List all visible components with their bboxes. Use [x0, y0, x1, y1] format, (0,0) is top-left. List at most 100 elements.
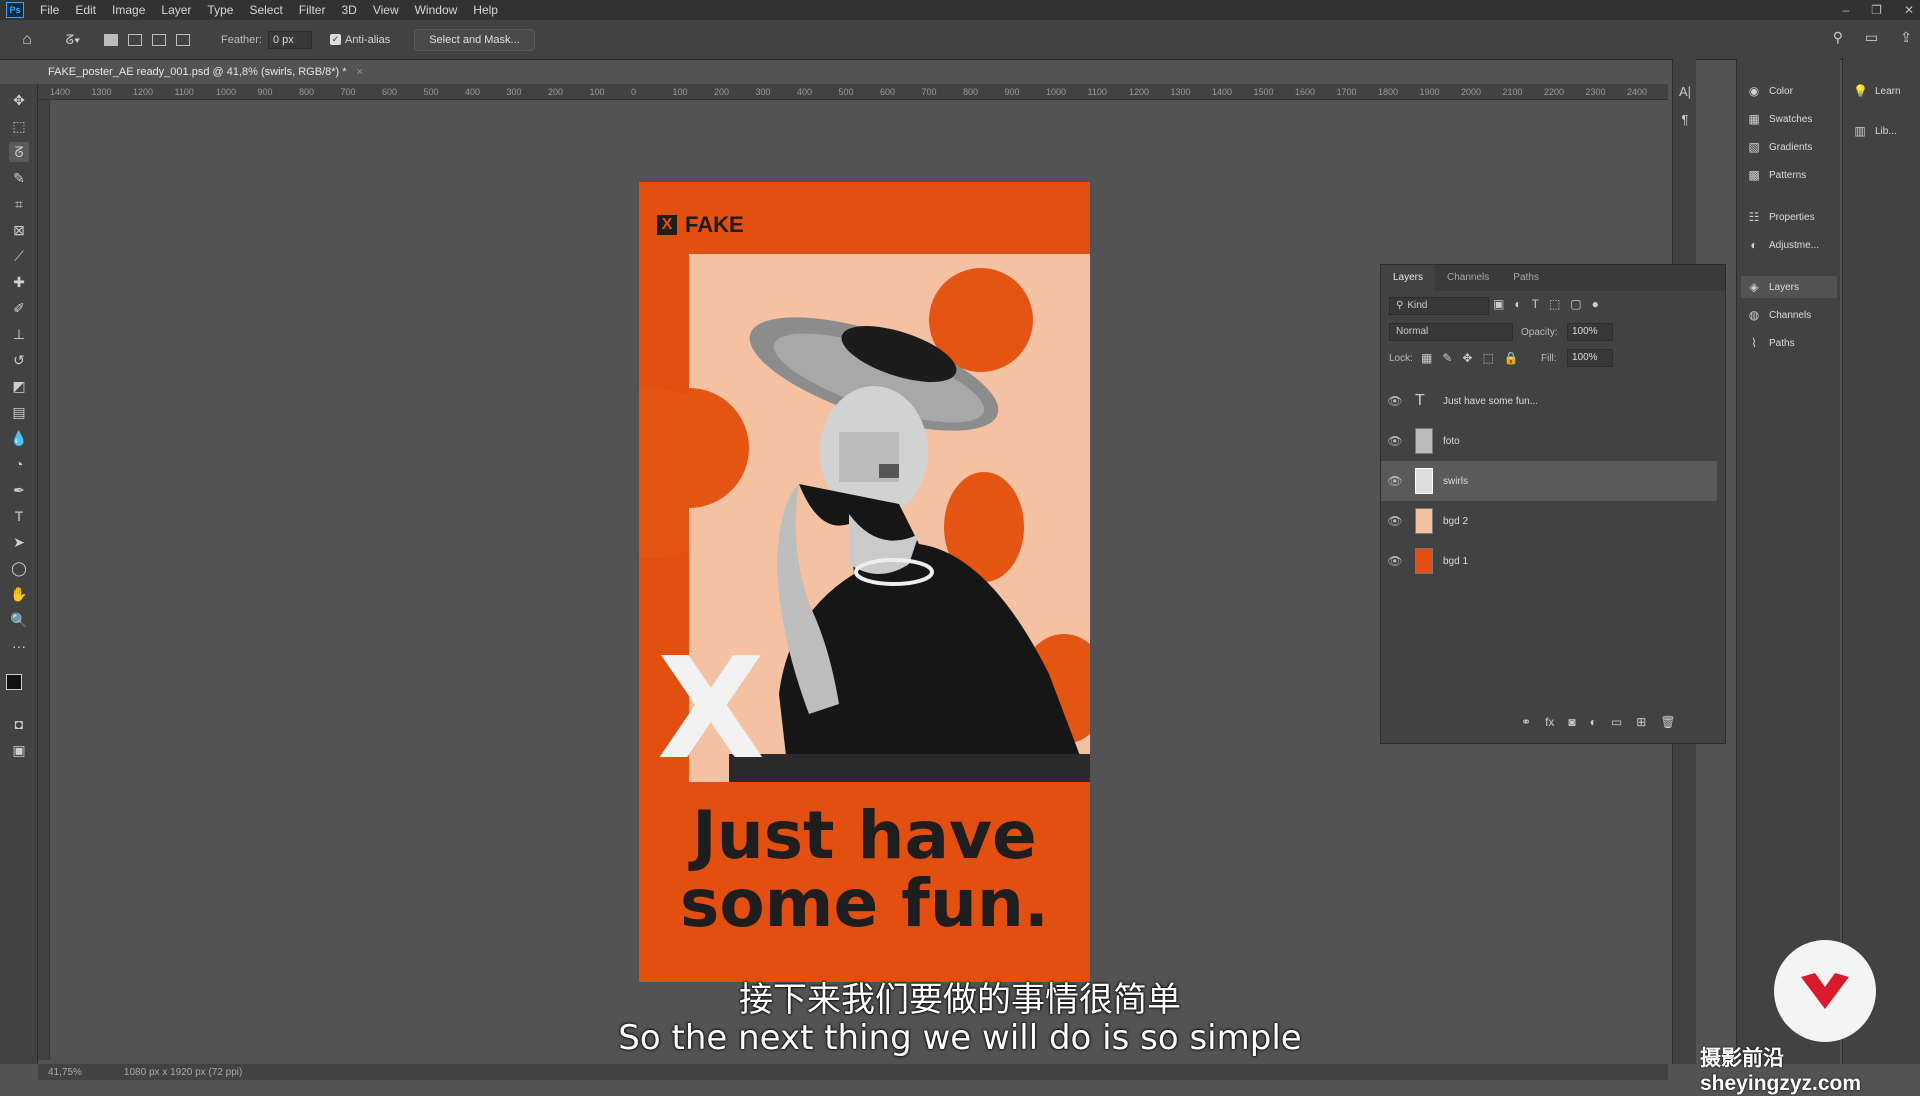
- filter-pixel-icon[interactable]: ▣: [1493, 297, 1504, 311]
- hand-tool-icon[interactable]: ✋: [9, 584, 29, 604]
- poster-artwork[interactable]: X FAKE X Just have some fun.: [639, 182, 1090, 982]
- menu-edit[interactable]: Edit: [67, 3, 104, 17]
- move-tool-icon[interactable]: ✥: [9, 90, 29, 110]
- filter-adjustment-icon[interactable]: ◐: [1514, 297, 1521, 311]
- layer-row-selected[interactable]: 👁 swirls: [1381, 461, 1717, 501]
- restore-icon[interactable]: ❐: [1871, 3, 1882, 17]
- panel-libraries[interactable]: ▥ Lib...: [1847, 120, 1919, 142]
- menu-3d[interactable]: 3D: [333, 3, 364, 17]
- fx-icon[interactable]: fx: [1545, 715, 1554, 729]
- eyedropper-tool-icon[interactable]: ⟋: [9, 246, 29, 266]
- filter-type-icon[interactable]: T: [1532, 297, 1539, 311]
- visibility-eye-icon[interactable]: 👁: [1381, 394, 1409, 408]
- clone-stamp-tool-icon[interactable]: ⊥: [9, 324, 29, 344]
- intersect-selection-icon[interactable]: [176, 33, 190, 46]
- share-icon[interactable]: ⇪: [1900, 29, 1912, 46]
- close-tab-icon[interactable]: ×: [357, 66, 363, 78]
- lasso-preset-icon[interactable]: ᘔ▾: [62, 29, 84, 51]
- layer-row[interactable]: 👁 bgd 1: [1381, 541, 1717, 581]
- tab-channels[interactable]: Channels: [1435, 265, 1501, 291]
- panel-adjustments[interactable]: ◐ Adjustme...: [1741, 234, 1837, 256]
- quick-selection-tool-icon[interactable]: ✎: [9, 168, 29, 188]
- quick-mask-icon[interactable]: ◘: [9, 714, 29, 734]
- zoom-level[interactable]: 41,75%: [48, 1067, 82, 1078]
- panel-paths[interactable]: ⌇ Paths: [1741, 332, 1837, 354]
- more-tools-icon[interactable]: ···: [9, 636, 29, 656]
- lock-transparent-icon[interactable]: ▦: [1421, 351, 1432, 365]
- visibility-eye-icon[interactable]: 👁: [1381, 514, 1409, 528]
- panel-color[interactable]: ◉ Color: [1741, 80, 1837, 102]
- new-selection-icon[interactable]: [104, 33, 118, 46]
- layer-row[interactable]: 👁 bgd 2: [1381, 501, 1717, 541]
- opacity-input[interactable]: 100%: [1567, 323, 1613, 341]
- visibility-eye-icon[interactable]: 👁: [1381, 434, 1409, 448]
- menu-select[interactable]: Select: [241, 3, 290, 17]
- blur-tool-icon[interactable]: 💧: [9, 428, 29, 448]
- lock-artboard-icon[interactable]: ⬚: [1482, 351, 1493, 365]
- dodge-tool-icon[interactable]: ◔: [9, 454, 29, 474]
- workspace-icon[interactable]: ▭: [1865, 29, 1878, 46]
- type-tool-icon[interactable]: T: [9, 506, 29, 526]
- filter-shape-icon[interactable]: ⬚: [1549, 297, 1560, 311]
- panel-patterns[interactable]: ▩ Patterns: [1741, 164, 1837, 186]
- lock-all-icon[interactable]: 🔒: [1504, 351, 1519, 365]
- panel-channels[interactable]: ◍ Channels: [1741, 304, 1837, 326]
- marquee-tool-icon[interactable]: ⬚: [9, 116, 29, 136]
- filter-toggle-icon[interactable]: ●: [1592, 297, 1599, 311]
- pen-tool-icon[interactable]: ✒: [9, 480, 29, 500]
- panel-properties[interactable]: ☷ Properties: [1741, 206, 1837, 228]
- lock-position-icon[interactable]: ✥: [1462, 351, 1472, 365]
- select-and-mask-button[interactable]: Select and Mask...: [414, 28, 535, 51]
- tab-layers[interactable]: Layers: [1381, 265, 1436, 291]
- eraser-tool-icon[interactable]: ◩: [9, 376, 29, 396]
- brush-tool-icon[interactable]: ✐: [9, 298, 29, 318]
- panel-layers[interactable]: ◈ Layers: [1741, 276, 1837, 298]
- menu-filter[interactable]: Filter: [291, 3, 334, 17]
- gradient-tool-icon[interactable]: ▤: [9, 402, 29, 422]
- filter-smart-object-icon[interactable]: ▢: [1570, 297, 1581, 311]
- history-brush-tool-icon[interactable]: ↺: [9, 350, 29, 370]
- menu-type[interactable]: Type: [199, 3, 241, 17]
- menu-file[interactable]: File: [32, 3, 67, 17]
- add-to-selection-icon[interactable]: [128, 33, 142, 46]
- frame-tool-icon[interactable]: ⊠: [9, 220, 29, 240]
- minimize-icon[interactable]: –: [1842, 3, 1849, 17]
- add-mask-icon[interactable]: ◙: [1568, 715, 1575, 729]
- menu-window[interactable]: Window: [407, 3, 466, 17]
- fill-input[interactable]: 100%: [1567, 349, 1613, 367]
- paragraph-icon[interactable]: ¶: [1677, 112, 1693, 128]
- lock-image-icon[interactable]: ✎: [1442, 351, 1452, 365]
- foreground-color-swatch[interactable]: [6, 674, 22, 690]
- home-icon[interactable]: ⌂: [16, 29, 38, 51]
- layer-row[interactable]: 👁 foto: [1381, 421, 1717, 461]
- menu-help[interactable]: Help: [465, 3, 506, 17]
- trash-icon[interactable]: 🗑: [1660, 715, 1675, 729]
- panel-gradients[interactable]: ▧ Gradients: [1741, 136, 1837, 158]
- filter-kind-select[interactable]: ⚲ Kind: [1389, 297, 1489, 315]
- new-group-icon[interactable]: ▭: [1611, 715, 1622, 729]
- screen-mode-icon[interactable]: ▣: [9, 740, 29, 760]
- antialias-checkbox[interactable]: ✓ Anti-alias: [329, 34, 390, 46]
- new-layer-icon[interactable]: ⊞: [1636, 715, 1646, 729]
- subtract-from-selection-icon[interactable]: [152, 33, 166, 46]
- path-selection-tool-icon[interactable]: ➤: [9, 532, 29, 552]
- tab-paths[interactable]: Paths: [1501, 265, 1551, 291]
- close-icon[interactable]: ✕: [1904, 3, 1914, 17]
- character-icon[interactable]: A|: [1677, 84, 1693, 100]
- lasso-tool-icon[interactable]: ᘔ: [9, 142, 29, 162]
- feather-input[interactable]: 0 px: [267, 30, 312, 49]
- search-icon[interactable]: ⚲: [1833, 29, 1843, 46]
- adjustment-layer-icon[interactable]: ◐: [1590, 715, 1597, 729]
- visibility-eye-icon[interactable]: 👁: [1381, 554, 1409, 568]
- ellipse-tool-icon[interactable]: ◯: [9, 558, 29, 578]
- menu-image[interactable]: Image: [104, 3, 153, 17]
- layer-row[interactable]: 👁 T Just have some fun...: [1381, 381, 1717, 421]
- blend-mode-select[interactable]: Normal: [1389, 323, 1513, 341]
- document-tab[interactable]: FAKE_poster_AE ready_001.psd @ 41,8% (sw…: [42, 62, 373, 82]
- zoom-tool-icon[interactable]: 🔍: [9, 610, 29, 630]
- menu-layer[interactable]: Layer: [153, 3, 199, 17]
- panel-learn[interactable]: 💡 Learn: [1847, 80, 1919, 102]
- crop-tool-icon[interactable]: ⌗: [9, 194, 29, 214]
- panel-swatches[interactable]: ▦ Swatches: [1741, 108, 1837, 130]
- healing-brush-tool-icon[interactable]: ✚: [9, 272, 29, 292]
